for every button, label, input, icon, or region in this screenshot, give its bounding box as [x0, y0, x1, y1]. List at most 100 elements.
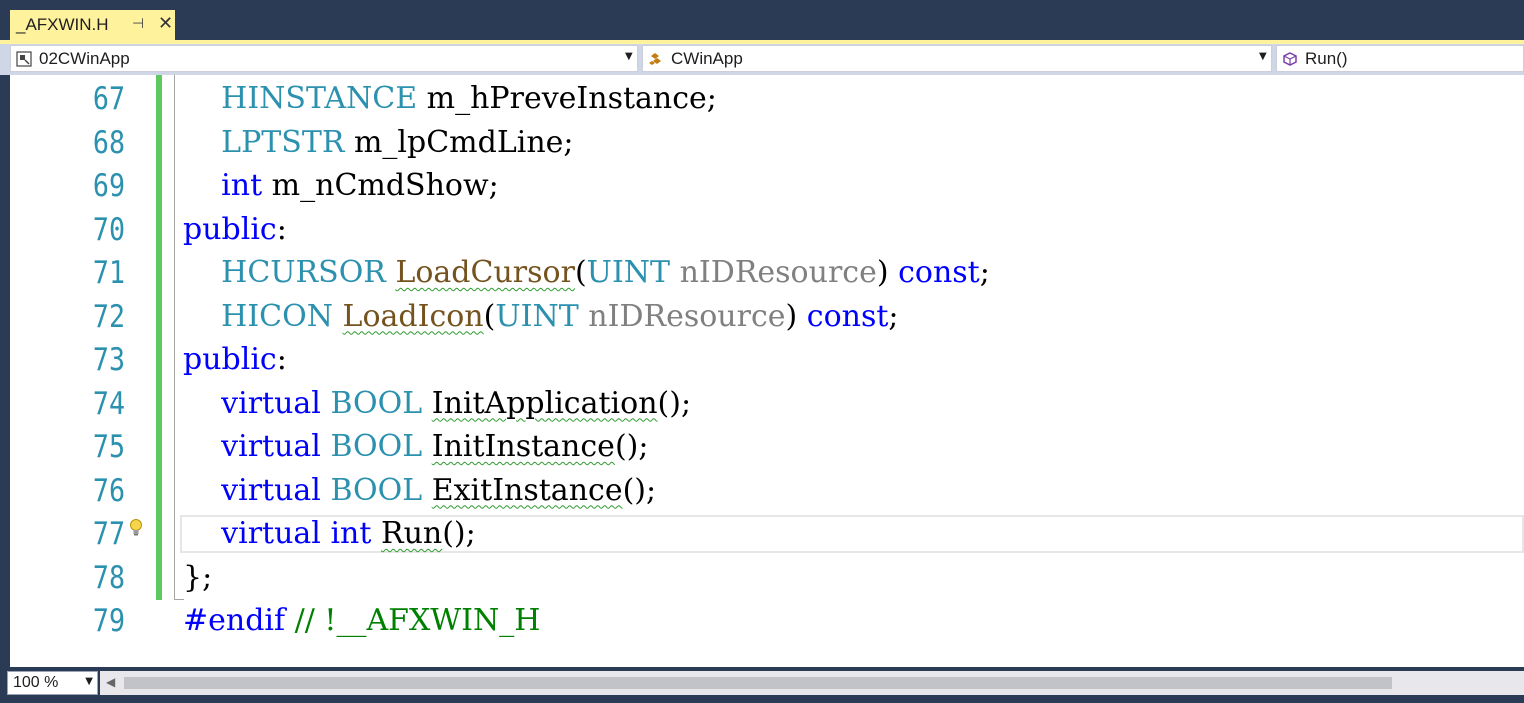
code-line[interactable]: int m_nCmdShow; — [183, 170, 499, 202]
code-token: ( — [574, 255, 587, 290]
code-token: UINT — [495, 298, 579, 334]
project-label: 02CWinApp — [39, 49, 130, 68]
tab-title: _AFXWIN.H — [16, 15, 109, 34]
code-token: virtual — [221, 385, 321, 421]
code-token: virtual — [221, 429, 321, 464]
scroll-left-icon[interactable]: ◀ — [106, 675, 115, 689]
document-tab-strip: _AFXWIN.H ⊣ ✕ — [0, 0, 1524, 40]
code-line[interactable]: LPTSTR m_lpCmdLine; — [183, 124, 574, 160]
code-token: ) — [785, 298, 807, 334]
code-token: BOOL — [330, 472, 423, 508]
code-token: int — [330, 516, 372, 551]
code-token: LoadIcon — [342, 298, 484, 334]
chevron-down-icon: ▼ — [625, 51, 633, 62]
code-line[interactable]: #endif // !__AFXWIN_H — [183, 605, 540, 637]
scrollbar-thumb[interactable] — [124, 677, 1392, 689]
chevron-down-icon: ▼ — [85, 676, 93, 687]
code-token: }; — [183, 559, 213, 595]
code-token: LPTSTR — [221, 124, 345, 160]
navigation-bar: 02CWinApp ▼ CWinApp ▼ Run() — [0, 44, 1524, 75]
zoom-level: 100 % — [13, 674, 59, 691]
code-token: virtual — [221, 516, 321, 551]
lightbulb-icon[interactable] — [128, 518, 144, 538]
code-line[interactable]: }; — [183, 559, 213, 595]
code-token: (); — [657, 385, 692, 421]
code-token: ; — [888, 298, 899, 334]
code-line[interactable]: HCURSOR LoadCursor(UINT nIDResource) con… — [183, 257, 990, 289]
code-token: m_hPreveInstance; — [417, 81, 717, 116]
horizontal-scrollbar[interactable]: ◀ — [100, 671, 1524, 695]
code-line[interactable]: public: — [183, 344, 287, 376]
project-icon — [16, 51, 32, 67]
outline-fold-line — [174, 75, 175, 600]
code-token: nIDResource — [578, 298, 786, 334]
line-number: 72 — [92, 298, 125, 335]
code-line[interactable]: public: — [183, 211, 287, 247]
project-dropdown[interactable]: 02CWinApp ▼ — [10, 45, 638, 72]
line-number: 73 — [92, 342, 125, 378]
code-token: InitApplication — [431, 385, 658, 421]
line-number: 79 — [92, 603, 125, 639]
code-token: HINSTANCE — [221, 81, 418, 116]
code-token: : — [276, 211, 287, 247]
code-token: ExitInstance — [431, 472, 623, 508]
zoom-dropdown[interactable]: 100 % ▼ — [7, 671, 98, 695]
line-number: 67 — [92, 81, 125, 117]
code-token: BOOL — [330, 385, 423, 421]
code-token: Run — [380, 516, 443, 551]
code-line[interactable]: virtual BOOL ExitInstance(); — [183, 472, 657, 508]
code-token: (); — [622, 472, 657, 508]
member-dropdown[interactable]: Run() — [1276, 45, 1524, 72]
code-token: HICON — [221, 298, 333, 334]
code-token: BOOL — [330, 429, 423, 464]
code-token: public — [183, 342, 277, 377]
pin-icon[interactable]: ⊣ — [132, 16, 144, 32]
member-label: Run() — [1305, 49, 1348, 68]
code-token: UINT — [586, 255, 671, 290]
member-icon — [1283, 52, 1297, 66]
line-number: 77 — [92, 516, 125, 552]
code-line[interactable]: HICON LoadIcon(UINT nIDResource) const; — [183, 298, 899, 334]
code-token: m_nCmdShow; — [262, 168, 499, 203]
class-scope-icon — [649, 53, 661, 65]
code-token: m_lpCmdLine; — [344, 124, 574, 160]
line-number: 71 — [92, 255, 125, 291]
code-editor[interactable]: 67 68 69 70 71 72 73 74 75 76 77 78 79 HINSTANCE m_h… — [10, 75, 1524, 667]
code-token: virtual — [221, 472, 321, 508]
code-line[interactable]: virtual BOOL InitInstance(); — [183, 431, 648, 463]
line-number: 76 — [92, 472, 125, 509]
code-token: #endif — [183, 603, 286, 638]
code-line[interactable]: virtual BOOL InitApplication(); — [183, 385, 692, 421]
code-token: int — [221, 168, 263, 203]
line-number: 70 — [92, 211, 125, 248]
code-line[interactable]: virtual int Run(); — [183, 518, 476, 550]
class-scope-label: CWinApp — [671, 49, 743, 68]
line-number: 68 — [92, 124, 125, 161]
code-token: LoadCursor — [395, 255, 575, 290]
code-line[interactable]: HINSTANCE m_hPreveInstance; — [183, 83, 717, 115]
tab-afxwin-h[interactable]: _AFXWIN.H ⊣ ✕ — [10, 10, 175, 40]
chevron-down-icon: ▼ — [1259, 51, 1267, 62]
change-tracking-bar — [156, 75, 162, 600]
code-token: const — [898, 255, 980, 290]
line-number: 78 — [92, 559, 125, 596]
close-icon[interactable]: ✕ — [158, 13, 173, 34]
code-token: (); — [442, 516, 476, 551]
code-token: ) — [876, 255, 899, 290]
code-token: : — [276, 342, 287, 377]
class-scope-dropdown[interactable]: CWinApp ▼ — [642, 45, 1272, 72]
code-token: ( — [483, 298, 496, 334]
